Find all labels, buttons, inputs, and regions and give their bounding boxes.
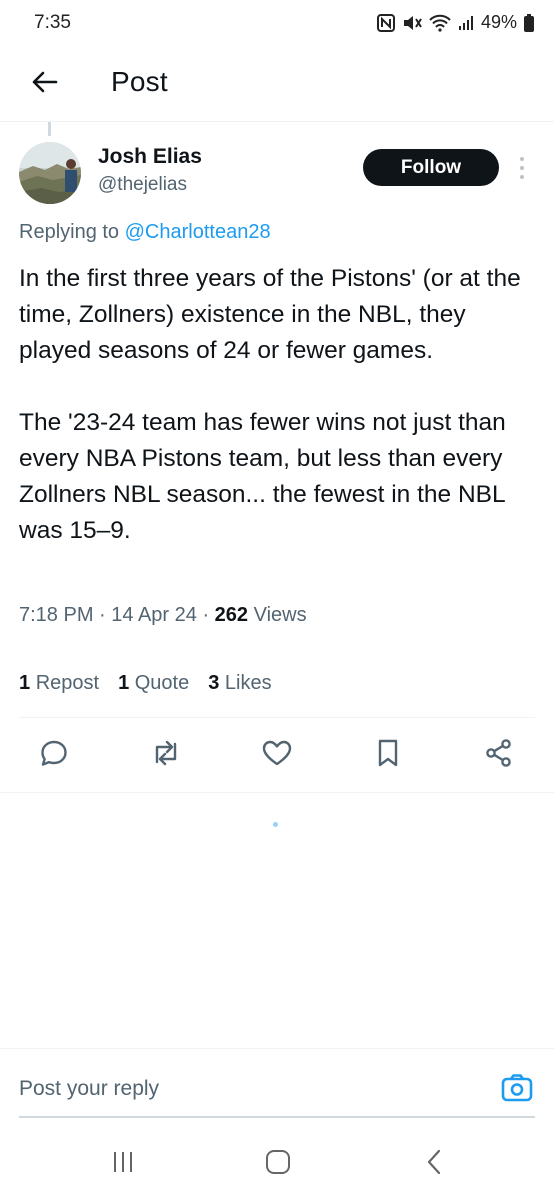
post-body: In the first three years of the Pistons'… [19, 261, 539, 585]
loading-indicator [273, 822, 278, 827]
meta-separator: · [99, 604, 112, 626]
arrow-left-icon [30, 70, 58, 99]
thread-connector [48, 122, 51, 136]
quotes-count: 1 [118, 672, 130, 694]
replying-to-mention[interactable]: @Charlottean28 [125, 221, 271, 243]
chevron-left-icon [425, 1149, 443, 1180]
post-paragraph: In the first three years of the Pistons'… [19, 265, 521, 364]
home-icon [265, 1149, 291, 1180]
system-nav-bar [0, 1130, 554, 1200]
battery-icon [524, 13, 534, 32]
views-count: 262 [214, 604, 249, 626]
likes-count: 3 [208, 672, 220, 694]
action-bar [0, 730, 554, 782]
repost-icon [150, 738, 182, 773]
author-display-name[interactable]: Josh Elias [98, 145, 202, 169]
likes-stat[interactable]: 3 Likes [208, 672, 271, 695]
back-nav-button[interactable] [414, 1146, 454, 1182]
reposts-count: 1 [19, 672, 31, 694]
battery-percent: 49% [480, 12, 517, 32]
like-button[interactable] [260, 738, 294, 772]
replying-to: Replying to @Charlottean28 [19, 221, 271, 244]
status-bar: 7:35 49% [0, 0, 554, 48]
share-button[interactable] [482, 738, 516, 772]
reply-input-underline [19, 1116, 535, 1118]
recent-apps-icon [111, 1150, 135, 1179]
more-options-button[interactable] [514, 154, 530, 182]
like-icon [261, 738, 293, 773]
replying-to-prefix: Replying to [19, 221, 120, 243]
signal-icon [458, 15, 474, 31]
divider [0, 792, 554, 793]
bookmark-button[interactable] [371, 738, 405, 772]
avatar[interactable] [19, 142, 81, 204]
likes-label: Likes [224, 672, 272, 694]
post-paragraph: The '23-24 team has fewer wins not just … [19, 409, 506, 544]
more-dot [520, 157, 524, 161]
more-dot [520, 175, 524, 179]
more-dot [520, 166, 524, 170]
post-date: 14 Apr 24 [111, 604, 197, 626]
post-meta: 7:18 PM · 14 Apr 24 · 262 Views [19, 604, 307, 627]
back-button[interactable] [26, 66, 62, 102]
reposts-stat[interactable]: 1 Repost [19, 672, 99, 695]
page-title: Post [111, 66, 168, 97]
status-icons: 49% [376, 12, 534, 33]
camera-icon [501, 1073, 533, 1107]
quotes-label: Quote [134, 672, 190, 694]
views-label: Views [253, 604, 307, 626]
reply-button[interactable] [37, 738, 71, 772]
mute-icon [402, 14, 422, 32]
reply-icon [39, 738, 69, 773]
post-time: 7:18 PM [19, 604, 94, 626]
author-handle[interactable]: @thejelias [98, 174, 187, 196]
quotes-stat[interactable]: 1 Quote [118, 672, 189, 695]
app-header: Post [0, 50, 554, 122]
wifi-icon [429, 14, 451, 32]
bookmark-icon [375, 738, 401, 773]
status-time: 7:35 [34, 12, 71, 33]
meta-separator: · [202, 604, 215, 626]
reply-composer: Post your reply [0, 1048, 554, 1120]
share-icon [484, 738, 514, 773]
reposts-label: Repost [35, 672, 100, 694]
nfc-icon [376, 13, 395, 32]
post-stats: 1 Repost 1 Quote 3 Likes [19, 672, 272, 695]
home-button[interactable] [258, 1146, 298, 1182]
reply-input[interactable]: Post your reply [19, 1077, 159, 1101]
follow-button[interactable]: Follow [363, 149, 499, 186]
camera-button[interactable] [500, 1073, 534, 1107]
divider [19, 717, 535, 718]
repost-button[interactable] [149, 738, 183, 772]
recent-apps-button[interactable] [103, 1146, 143, 1182]
